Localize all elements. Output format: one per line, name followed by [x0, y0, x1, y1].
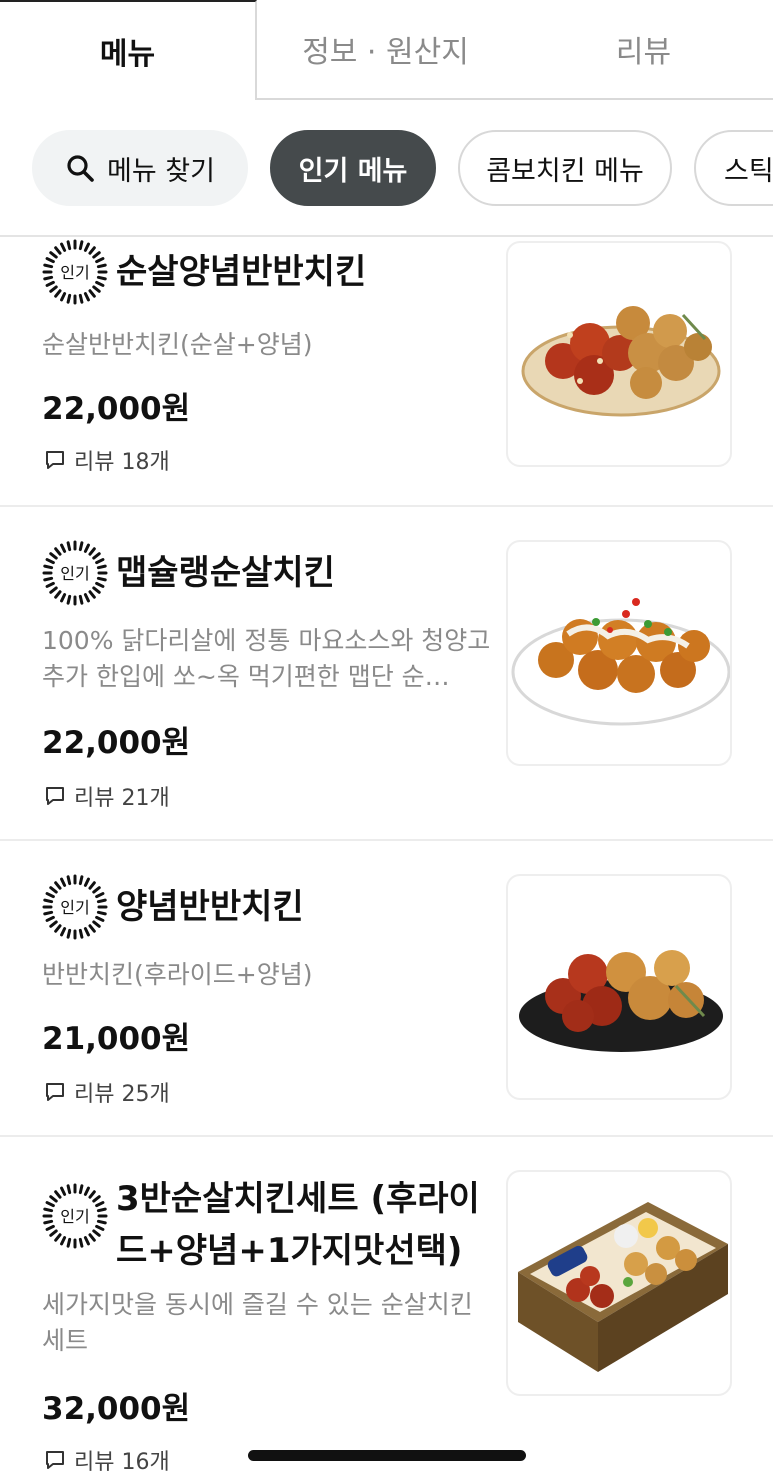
- review-count-label: 리뷰 25개: [74, 1082, 170, 1107]
- review-bubble-icon: [46, 787, 64, 805]
- menu-item-review-count: 리뷰 21개: [44, 780, 170, 812]
- menu-item[interactable]: 인기 맵슐랭순살치킨 100% 닭다리살에 정통 마요소스와 청양고추가 한입에…: [0, 507, 773, 841]
- menu-list: 인기 순살양념반반치킨 순살반반치킨(순살+양념) 22,000원 리뷰 18개: [0, 237, 773, 1475]
- tab-menu[interactable]: 메뉴: [0, 0, 257, 100]
- menu-item-price: 32,000원: [42, 1391, 191, 1427]
- menu-item-title-row: 인기 3반순살치킨세트 (후라이드+양념+1가지맛선택): [42, 1173, 496, 1277]
- search-icon: [65, 153, 95, 183]
- menu-search-button[interactable]: 메뉴 찾기: [32, 130, 248, 206]
- menu-item-description: 반반치킨(후라이드+양념): [42, 960, 313, 989]
- chip-stick-chicken[interactable]: 스틱치킨: [694, 130, 773, 206]
- menu-item-title-row: 인기 양념반반치킨: [42, 874, 304, 940]
- menu-item-name: 3반순살치킨세트 (후라이드+양념+1가지맛선택): [116, 1179, 480, 1271]
- menu-item-image[interactable]: [506, 540, 732, 766]
- chip-popular-menu[interactable]: 인기 메뉴: [270, 130, 436, 206]
- menu-item-description: 순살반반치킨(순살+양념): [42, 330, 313, 359]
- review-count-label: 리뷰 18개: [74, 450, 170, 475]
- menu-item[interactable]: 인기 양념반반치킨 반반치킨(후라이드+양념) 21,000원 리뷰 25개: [0, 841, 773, 1137]
- tab-bar: 메뉴 정보 · 원산지 리뷰: [0, 0, 773, 100]
- review-bubble-icon: [46, 451, 64, 469]
- menu-item-review-count: 리뷰 16개: [44, 1444, 170, 1475]
- menu-item[interactable]: 인기 3반순살치킨세트 (후라이드+양념+1가지맛선택) 세가지맛을 동시에 즐…: [0, 1137, 773, 1475]
- popular-badge-icon: 인기: [42, 239, 108, 305]
- menu-item-description: 100% 닭다리살에 정통 마요소스와 청양고추가 한입에 쏘~옥 먹기편한 맵…: [42, 626, 491, 691]
- svg-text:인기: 인기: [60, 564, 89, 583]
- menu-page: 메뉴 정보 · 원산지 리뷰 메뉴 찾기 인기 메뉴 콤보치킨 메뉴 스틱치킨: [0, 0, 773, 1475]
- menu-item-price: 21,000원: [42, 1021, 191, 1057]
- menu-item-price: 22,000원: [42, 725, 191, 761]
- menu-item-review-count: 리뷰 18개: [44, 444, 170, 476]
- review-count-label: 리뷰 16개: [74, 1450, 170, 1475]
- menu-item-name: 맵슐랭순살치킨: [116, 553, 335, 593]
- home-indicator: [248, 1450, 526, 1461]
- menu-item-image[interactable]: [506, 241, 732, 467]
- svg-text:인기: 인기: [60, 263, 89, 282]
- tab-reviews[interactable]: 리뷰: [514, 0, 773, 100]
- popular-badge-icon: 인기: [42, 874, 108, 940]
- menu-item-image[interactable]: [506, 874, 732, 1100]
- chip-combo-chicken[interactable]: 콤보치킨 메뉴: [458, 130, 672, 206]
- menu-item-review-count: 리뷰 25개: [44, 1076, 170, 1108]
- review-bubble-icon: [46, 1451, 64, 1469]
- menu-item-image[interactable]: [506, 1170, 732, 1396]
- menu-item[interactable]: 인기 순살양념반반치킨 순살반반치킨(순살+양념) 22,000원 리뷰 18개: [0, 237, 773, 507]
- review-bubble-icon: [46, 1083, 64, 1101]
- menu-search-label: 메뉴 찾기: [107, 155, 215, 187]
- menu-item-title-row: 인기 맵슐랭순살치킨: [42, 540, 335, 606]
- menu-item-price: 22,000원: [42, 391, 191, 427]
- popular-badge-icon: 인기: [42, 1183, 108, 1249]
- popular-badge-icon: 인기: [42, 540, 108, 606]
- svg-text:인기: 인기: [60, 898, 89, 917]
- menu-item-description: 세가지맛을 동시에 즐길 수 있는 순살치킨세트: [42, 1290, 473, 1355]
- svg-text:인기: 인기: [60, 1207, 89, 1226]
- menu-item-name: 양념반반치킨: [116, 887, 304, 927]
- review-count-label: 리뷰 21개: [74, 786, 170, 811]
- menu-item-title-row: 인기 순살양념반반치킨: [42, 239, 366, 305]
- menu-item-name: 순살양념반반치킨: [116, 252, 367, 292]
- category-chips: 메뉴 찾기 인기 메뉴 콤보치킨 메뉴 스틱치킨: [32, 130, 773, 206]
- tab-info-origin[interactable]: 정보 · 원산지: [257, 0, 514, 100]
